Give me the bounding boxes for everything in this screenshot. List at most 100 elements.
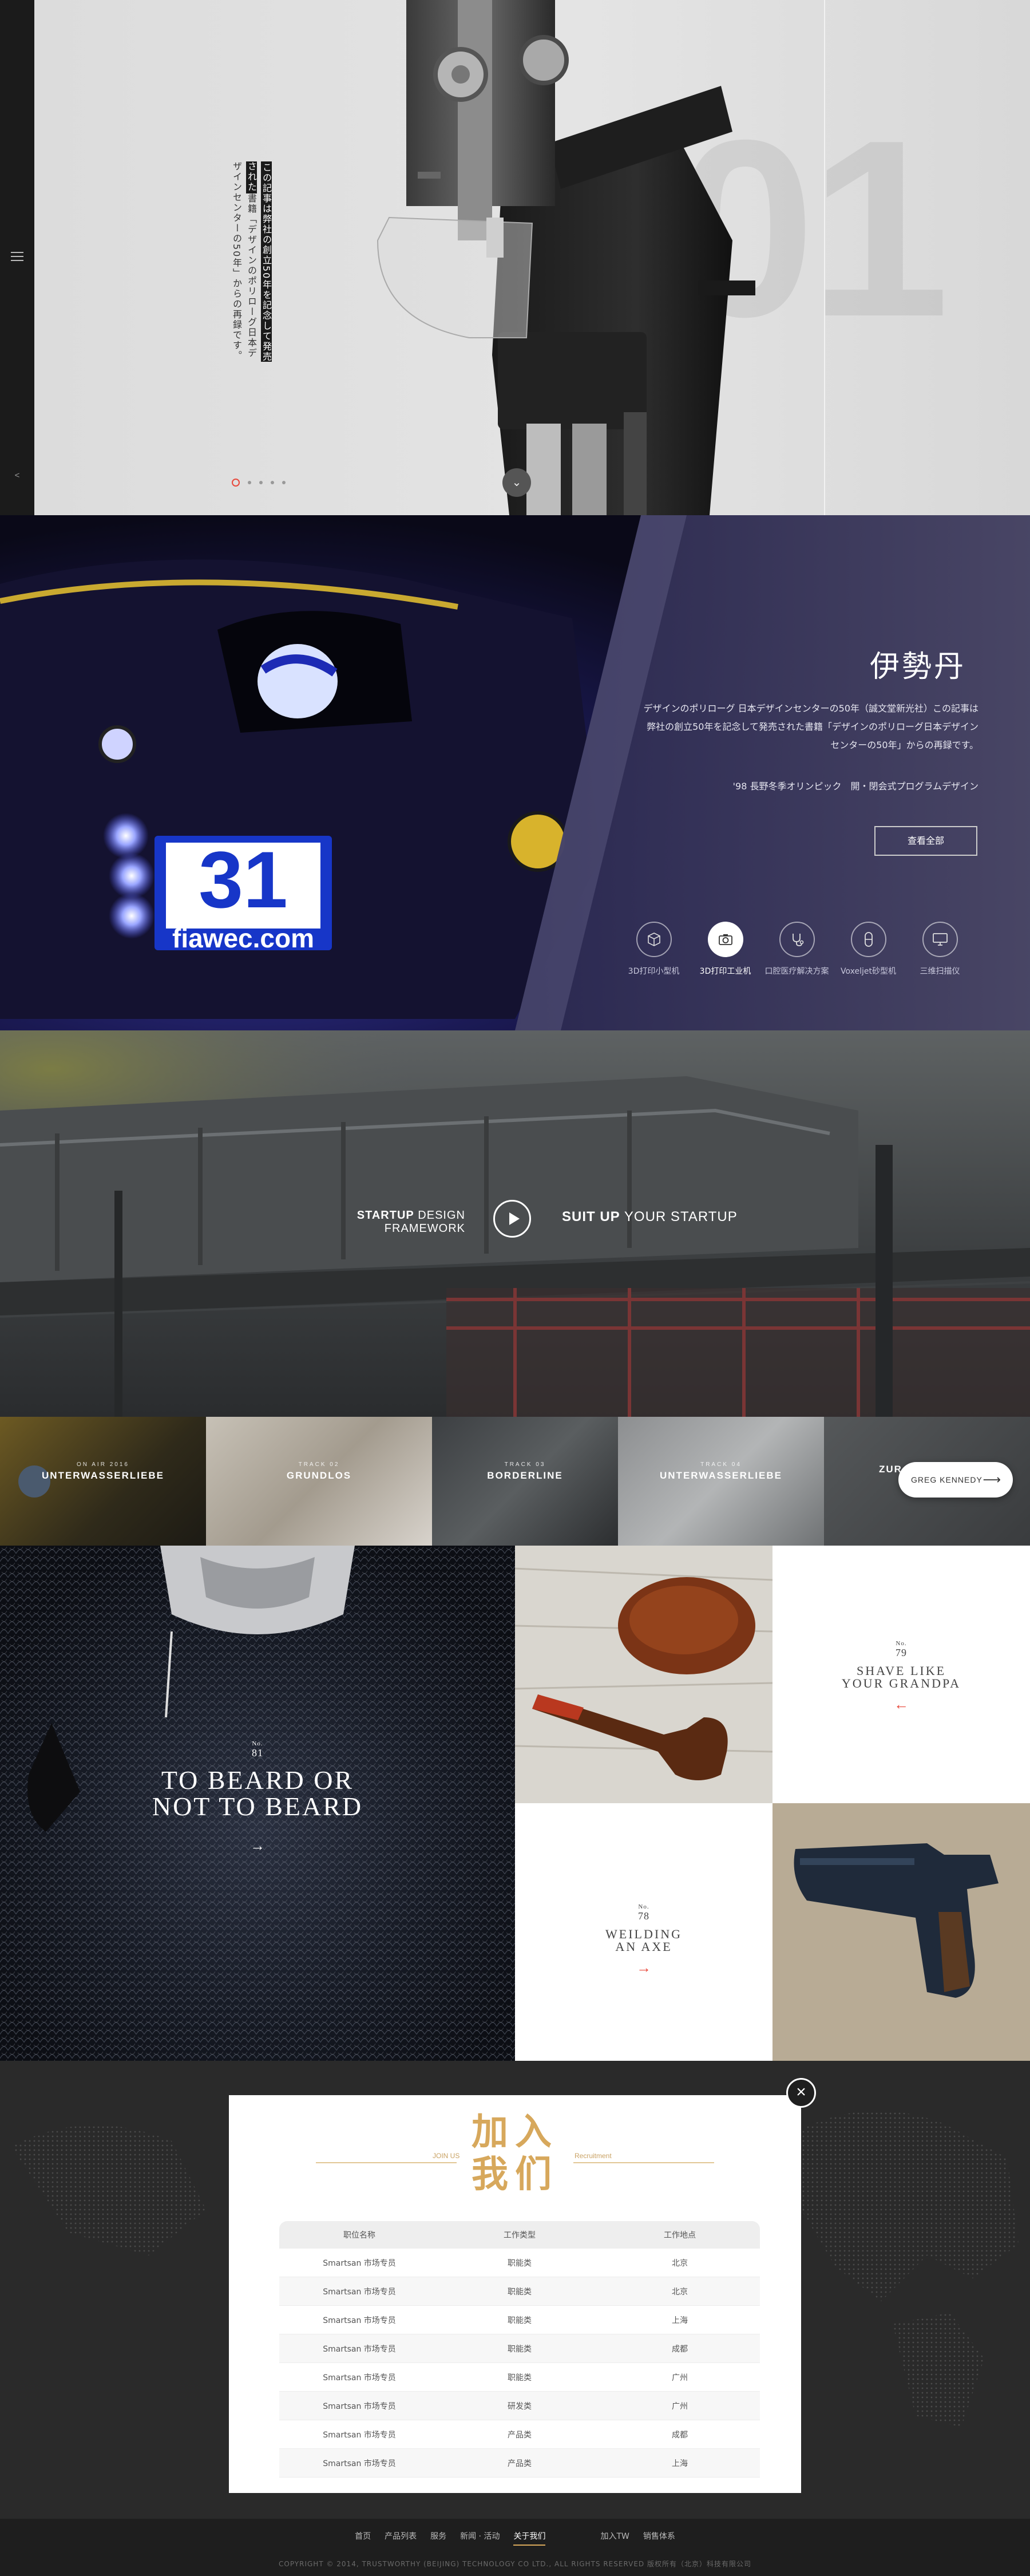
track-item[interactable]: ON AIR 2016 UNTERWASSERLIEBE <box>0 1417 206 1546</box>
video-left-bold: STARTUP <box>356 1209 414 1222</box>
table-row[interactable]: Smartsan 市场专员 产品类 成都 <box>279 2420 760 2449</box>
job-location: 广州 <box>672 2373 688 2383</box>
hamburger-menu-icon[interactable] <box>11 252 23 261</box>
scroll-down-button[interactable]: ⌄ <box>502 468 531 497</box>
job-table-body: Smartsan 市场专员 职能类 北京 Smartsan 市场专员 职能类 北京 Sm… <box>279 2249 760 2478</box>
post-title-line: NOT TO BEARD <box>152 1792 363 1821</box>
hero-dot-2[interactable] <box>248 481 251 484</box>
recruit-title: 加入 我们 <box>458 2111 572 2196</box>
post-no-prefix: No. <box>896 1640 907 1647</box>
view-all-button[interactable]: 查看全部 <box>874 826 977 856</box>
job-title: Smartsan 市场专员 <box>323 2258 396 2268</box>
table-row[interactable]: Smartsan 市场专员 职能类 上海 <box>279 2306 760 2334</box>
hero-dot-3[interactable] <box>259 481 263 484</box>
car-number: 31 <box>199 835 288 924</box>
job-location: 广州 <box>672 2401 688 2411</box>
post-no-prefix: No. <box>638 1903 649 1910</box>
chevron-down-icon: ⌄ <box>512 476 522 489</box>
job-title: Smartsan 市场专员 <box>323 2373 396 2383</box>
post-number: 81 <box>252 1747 263 1759</box>
category-scanner[interactable]: 三维扫描仪 <box>904 922 976 977</box>
next-track-button[interactable]: GREG KENNEDY ⟶ <box>898 1462 1013 1498</box>
camera-icon <box>707 922 743 957</box>
post-title: WEILDING AN AXE <box>515 1928 772 1953</box>
hero-vertical-text: この記事は弊社の創立50年を記念して発売された書籍「デザインのポリローグ日本デザ… <box>229 161 274 368</box>
job-type: 产品类 <box>508 2430 532 2440</box>
category-label: 三维扫描仪 <box>920 967 960 976</box>
close-icon[interactable]: × <box>786 2078 816 2108</box>
footer-link-home[interactable]: 首页 <box>355 2530 371 2546</box>
post-card-81[interactable]: No. 81 TO BEARD OR NOT TO BEARD → <box>0 1740 515 1855</box>
video-right-bold: SUIT UP <box>562 1209 620 1224</box>
track-small-label: TRACK 02 <box>298 1461 340 1468</box>
track-small-label: TRACK 04 <box>700 1461 742 1468</box>
post-number-label: No. 78 <box>515 1903 772 1922</box>
track-small-label: TRACK 03 <box>504 1461 546 1468</box>
post-title-line: WEILDING <box>605 1927 682 1941</box>
category-3d-industrial[interactable]: 3D打印工业机 <box>690 922 761 977</box>
table-row[interactable]: Smartsan 市场专员 职能类 北京 <box>279 2249 760 2277</box>
hero-pagination <box>232 479 286 487</box>
footer-link-services[interactable]: 服务 <box>430 2530 446 2546</box>
arrow-left-icon[interactable]: ← <box>772 1696 1030 1713</box>
hero-dot-5[interactable] <box>282 481 286 484</box>
hero-dot-4[interactable] <box>271 481 274 484</box>
header-location: 工作地点 <box>664 2231 696 2240</box>
category-3d-small[interactable]: 3D打印小型机 <box>618 922 690 977</box>
job-title: Smartsan 市场专员 <box>323 2344 396 2354</box>
play-button[interactable] <box>493 1200 531 1238</box>
post-card-79[interactable]: No. 79 SHAVE LIKE YOUR GRANDPA ← <box>772 1546 1030 1803</box>
arrow-right-icon[interactable]: → <box>515 1959 772 1977</box>
track-item[interactable]: TRACK 04 UNTERWASSERLIEBE <box>618 1417 824 1546</box>
category-dental[interactable]: 口腔医疗解决方案 <box>761 922 833 977</box>
share-icon[interactable]: < <box>12 471 22 481</box>
track-name: UNTERWASSERLIEBE <box>42 1470 164 1481</box>
flare-gun-image[interactable] <box>772 1803 1030 2061</box>
post-number: 78 <box>638 1910 649 1922</box>
footer-link-products[interactable]: 产品列表 <box>385 2530 417 2546</box>
monitor-icon <box>922 922 958 957</box>
footer-link-news[interactable]: 新闻 · 活动 <box>460 2530 500 2546</box>
table-row[interactable]: Smartsan 市场专员 产品类 上海 <box>279 2449 760 2478</box>
table-row[interactable]: Smartsan 市场专员 职能类 成都 <box>279 2334 760 2363</box>
video-right-text: YOUR STARTUP <box>620 1209 738 1224</box>
job-table: 职位名称 工作类型 工作地点 Smartsan 市场专员 职能类 北京 Smarts… <box>279 2221 760 2478</box>
job-type: 职能类 <box>508 2287 532 2297</box>
table-row[interactable]: Smartsan 市场专员 职能类 广州 <box>279 2363 760 2392</box>
category-label: 3D打印工业机 <box>699 967 751 976</box>
machine-image <box>377 0 755 515</box>
post-number-label: No. 79 <box>772 1640 1030 1659</box>
job-type: 职能类 <box>508 2316 532 2325</box>
track-item[interactable]: TRACK 03 BORDERLINE <box>432 1417 618 1546</box>
cube-icon <box>636 922 672 957</box>
post-no-prefix: No. <box>252 1740 263 1747</box>
job-title: Smartsan 市场专员 <box>323 2459 396 2468</box>
job-type: 研发类 <box>508 2401 532 2411</box>
footer-link-about[interactable]: 关于我们 <box>513 2530 546 2546</box>
arrow-right-icon: ⟶ <box>983 1472 1001 1487</box>
job-type: 职能类 <box>508 2373 532 2383</box>
track-item[interactable]: TRACK 02 GRUNDLOS <box>206 1417 432 1546</box>
footer-link-join[interactable]: 加入TW <box>600 2530 629 2546</box>
recruit-en-left: JOIN US <box>433 2152 460 2160</box>
hero-dot-1[interactable] <box>232 479 240 487</box>
post-title-line: SHAVE LIKE <box>856 1664 946 1678</box>
post-card-78[interactable]: No. 78 WEILDING AN AXE → <box>515 1803 772 2061</box>
arrow-right-icon[interactable]: → <box>0 1837 515 1855</box>
post-title: SHAVE LIKE YOUR GRANDPA <box>772 1665 1030 1690</box>
product-category-list: 3D打印小型机 3D打印工业机 口腔医疗解决方案 Voxeljet砂型机 三维扫… <box>618 922 976 977</box>
header-position: 职位名称 <box>343 2231 375 2240</box>
footer-link-sales[interactable]: 销售体系 <box>643 2530 675 2546</box>
category-voxeljet[interactable]: Voxeljet砂型机 <box>833 922 904 977</box>
next-track-label: GREG KENNEDY <box>911 1475 983 1484</box>
pipe-tobacco-image[interactable] <box>515 1546 772 1803</box>
table-row[interactable]: Smartsan 市场专员 职能类 北京 <box>279 2277 760 2306</box>
footer-nav: 首页 产品列表 服务 新闻 · 活动 关于我们 加入TW 销售体系 <box>0 2530 1030 2546</box>
table-row[interactable]: Smartsan 市场专员 研发类 广州 <box>279 2392 760 2420</box>
track-list: ON AIR 2016 UNTERWASSERLIEBE TRACK 02 GRUN… <box>0 1417 1030 1546</box>
copyright: COPYRIGHT © 2014, TRUSTWORTHY (BEIJING) … <box>279 2560 751 2568</box>
post-title-line: TO BEARD OR <box>161 1765 354 1795</box>
divider <box>316 2162 457 2163</box>
video-right-caption: SUIT UP YOUR STARTUP <box>562 1209 738 1225</box>
capsule-icon <box>850 922 886 957</box>
